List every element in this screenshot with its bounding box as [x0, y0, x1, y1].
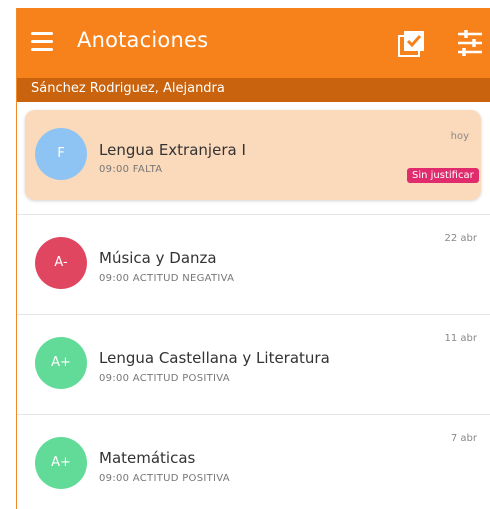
avatar: A+ — [35, 437, 87, 489]
annotation-subject: Matemáticas — [99, 449, 196, 467]
annotation-date: 7 abr — [450, 433, 477, 444]
student-bar: Sánchez Rodriguez, Alejandra — [17, 78, 490, 102]
annotation-detail: 09:00 ACTITUD POSITIVA — [99, 373, 230, 384]
annotation-date: hoy — [450, 131, 469, 142]
annotation-item[interactable]: F Lengua Extranjera I 09:00 FALTA hoy Si… — [25, 110, 481, 200]
annotation-date: 22 abr — [444, 233, 478, 244]
annotation-date: 11 abr — [444, 333, 478, 344]
tune-icon[interactable] — [453, 26, 487, 60]
annotation-item[interactable]: A+ Matemáticas 09:00 ACTITUD POSITIVA 7 … — [17, 415, 490, 509]
menu-icon[interactable] — [31, 32, 53, 52]
avatar: A+ — [35, 337, 87, 389]
app-bar: Anotaciones — [17, 8, 490, 78]
annotation-subject: Lengua Extranjera I — [99, 141, 246, 159]
annotation-detail: 09:00 FALTA — [99, 164, 163, 175]
app-window: Anotaciones Sánchez Rodriguez, Alejandra… — [16, 8, 490, 509]
checklist-icon[interactable] — [395, 26, 429, 60]
page-title: Anotaciones — [77, 28, 209, 52]
annotation-item[interactable]: A+ Lengua Castellana y Literatura 09:00 … — [17, 315, 490, 415]
annotation-subject: Música y Danza — [99, 249, 217, 267]
annotation-item[interactable]: A- Música y Danza 09:00 ACTITUD NEGATIVA… — [17, 215, 490, 315]
annotation-subject: Lengua Castellana y Literatura — [99, 349, 330, 367]
avatar: F — [35, 128, 87, 180]
annotation-detail: 09:00 ACTITUD POSITIVA — [99, 473, 230, 484]
annotation-detail: 09:00 ACTITUD NEGATIVA — [99, 273, 235, 284]
student-name: Sánchez Rodriguez, Alejandra — [31, 81, 225, 96]
status-badge: Sin justificar — [407, 168, 479, 183]
avatar: A- — [35, 237, 87, 289]
